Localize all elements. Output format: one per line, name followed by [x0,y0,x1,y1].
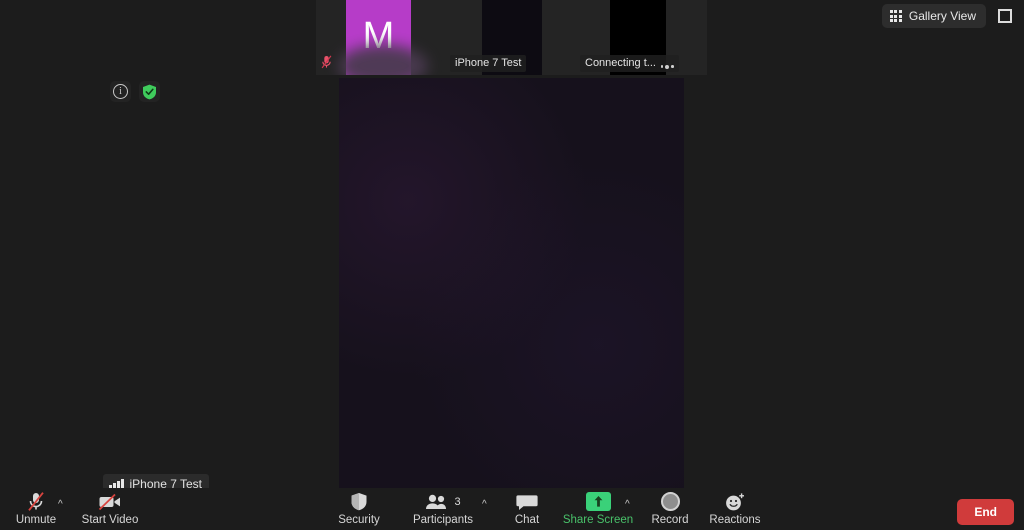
encryption-button[interactable] [139,81,160,102]
view-controls: Gallery View [881,4,1016,28]
participants-button[interactable]: 3 Participants [408,488,478,530]
participant-filmstrip: M iPhone 7 Test Connecting t... [316,0,707,75]
gallery-view-label: Gallery View [908,9,976,23]
chat-button[interactable]: Chat [505,488,549,530]
thumbnail-tile[interactable]: iPhone 7 Test [446,0,576,75]
security-label: Security [338,514,380,526]
participants-label: Participants [412,514,474,526]
thumbnail-name-badge: Connecting t... [580,55,679,72]
reactions-button[interactable]: Reactions [705,488,765,530]
record-icon [660,491,680,512]
audio-options-caret[interactable]: ^ [58,500,63,510]
mic-muted-icon [321,55,332,69]
meeting-status-icons: i [110,81,160,102]
thumbnail-name: iPhone 7 Test [455,57,522,69]
video-off-icon [98,491,122,512]
gallery-view-button[interactable]: Gallery View [881,4,986,28]
thumbnail-name-badge: iPhone 7 Test [450,55,527,72]
people-icon: 3 [425,491,461,512]
unmute-label: Unmute [15,514,57,526]
record-button[interactable]: Record [645,488,695,530]
loading-dots-icon [660,59,674,69]
start-video-button[interactable]: Start Video [82,488,138,530]
security-button[interactable]: Security [331,488,387,530]
info-icon: i [113,84,128,99]
record-label: Record [651,514,689,526]
thumbnail-name: Connecting t... [585,57,656,69]
thumbnail-tile[interactable]: Connecting t... [576,0,707,75]
share-screen-icon [585,491,611,512]
start-video-label: Start Video [81,514,139,526]
participants-options-caret[interactable]: ^ [482,500,487,510]
zoom-meeting-window: Gallery View M iPhone 7 Test Connecting … [0,0,1024,530]
unmute-button[interactable]: Unmute [14,488,58,530]
reactions-icon [724,491,746,512]
shield-check-icon [143,84,156,99]
participants-count: 3 [454,495,461,508]
meeting-toolbar: Unmute ^ Start Video Security 3 Particip… [0,488,1024,530]
mic-muted-icon [26,491,46,512]
shield-icon [350,491,368,512]
share-screen-button[interactable]: Share Screen [561,488,635,530]
chat-label: Chat [514,514,540,526]
meeting-info-button[interactable]: i [110,81,131,102]
share-screen-label: Share Screen [562,514,634,526]
main-video-stage[interactable] [339,78,684,488]
chat-bubble-icon [516,491,538,512]
end-meeting-button[interactable]: End [957,499,1014,525]
thumbnail-tile[interactable]: M [316,0,446,75]
reactions-label: Reactions [709,514,761,526]
grid-icon [889,10,902,22]
fullscreen-icon[interactable] [994,5,1016,27]
share-options-caret[interactable]: ^ [625,500,630,510]
